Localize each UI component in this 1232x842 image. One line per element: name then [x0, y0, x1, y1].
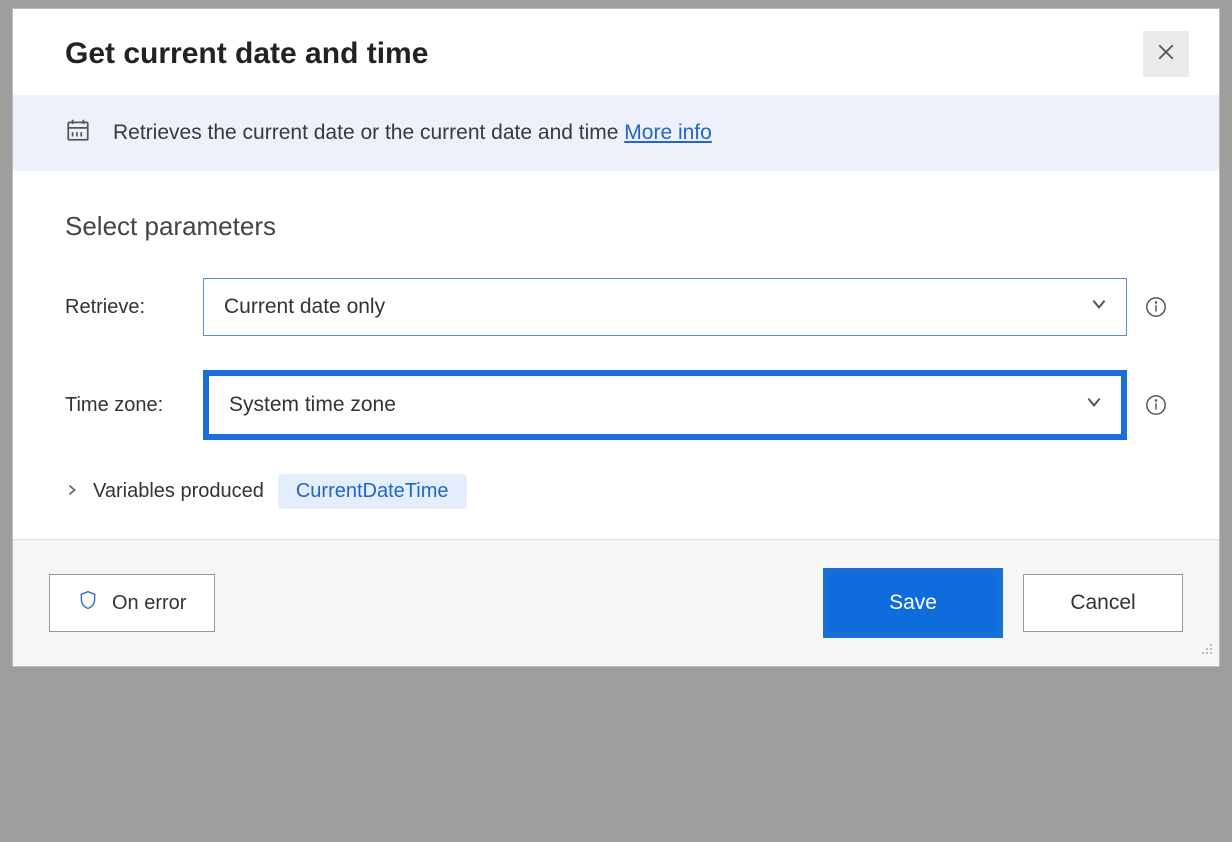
- chevron-down-icon: [1090, 295, 1108, 319]
- shield-icon: [78, 589, 98, 617]
- save-button[interactable]: Save: [829, 574, 997, 632]
- dialog-body: Select parameters Retrieve: Current date…: [13, 171, 1219, 539]
- on-error-button[interactable]: On error: [49, 574, 215, 632]
- timezone-field-row: Time zone: System time zone: [65, 370, 1167, 440]
- dialog-header: Get current date and time: [13, 9, 1219, 95]
- expand-toggle[interactable]: [65, 480, 79, 503]
- retrieve-value: Current date only: [224, 295, 385, 319]
- info-text: Retrieves the current date or the curren…: [113, 121, 712, 145]
- section-title: Select parameters: [65, 211, 1167, 242]
- footer-actions: Save Cancel: [823, 568, 1183, 638]
- timezone-value: System time zone: [229, 393, 396, 417]
- retrieve-label: Retrieve:: [65, 296, 185, 319]
- variables-produced-row: Variables produced CurrentDateTime: [65, 474, 1167, 509]
- dialog-footer: On error Save Cancel: [13, 539, 1219, 666]
- action-config-dialog: Get current date and time Retrieves the …: [12, 8, 1220, 667]
- retrieve-select[interactable]: Current date only: [203, 278, 1127, 336]
- cancel-label: Cancel: [1070, 591, 1135, 615]
- variable-pill[interactable]: CurrentDateTime: [278, 474, 467, 509]
- timezone-label: Time zone:: [65, 394, 185, 417]
- info-bar: Retrieves the current date or the curren…: [13, 95, 1219, 171]
- timezone-select[interactable]: System time zone: [209, 376, 1121, 434]
- chevron-down-icon: [1085, 393, 1103, 417]
- save-label: Save: [889, 591, 937, 615]
- retrieve-field-row: Retrieve: Current date only: [65, 278, 1167, 336]
- more-info-link[interactable]: More info: [624, 121, 712, 144]
- on-error-label: On error: [112, 592, 186, 615]
- dialog-title: Get current date and time: [65, 37, 428, 71]
- calendar-icon: [65, 117, 91, 149]
- close-button[interactable]: [1143, 31, 1189, 77]
- timezone-highlight: System time zone: [203, 370, 1127, 440]
- info-description: Retrieves the current date or the curren…: [113, 121, 618, 144]
- save-highlight: Save: [823, 568, 1003, 638]
- resize-grip-icon[interactable]: [1199, 641, 1215, 662]
- cancel-button[interactable]: Cancel: [1023, 574, 1183, 632]
- variables-produced-label: Variables produced: [93, 480, 264, 503]
- timezone-info-icon[interactable]: [1145, 394, 1167, 416]
- retrieve-select-wrap: Current date only: [203, 278, 1127, 336]
- close-icon: [1157, 43, 1175, 66]
- retrieve-info-icon[interactable]: [1145, 296, 1167, 318]
